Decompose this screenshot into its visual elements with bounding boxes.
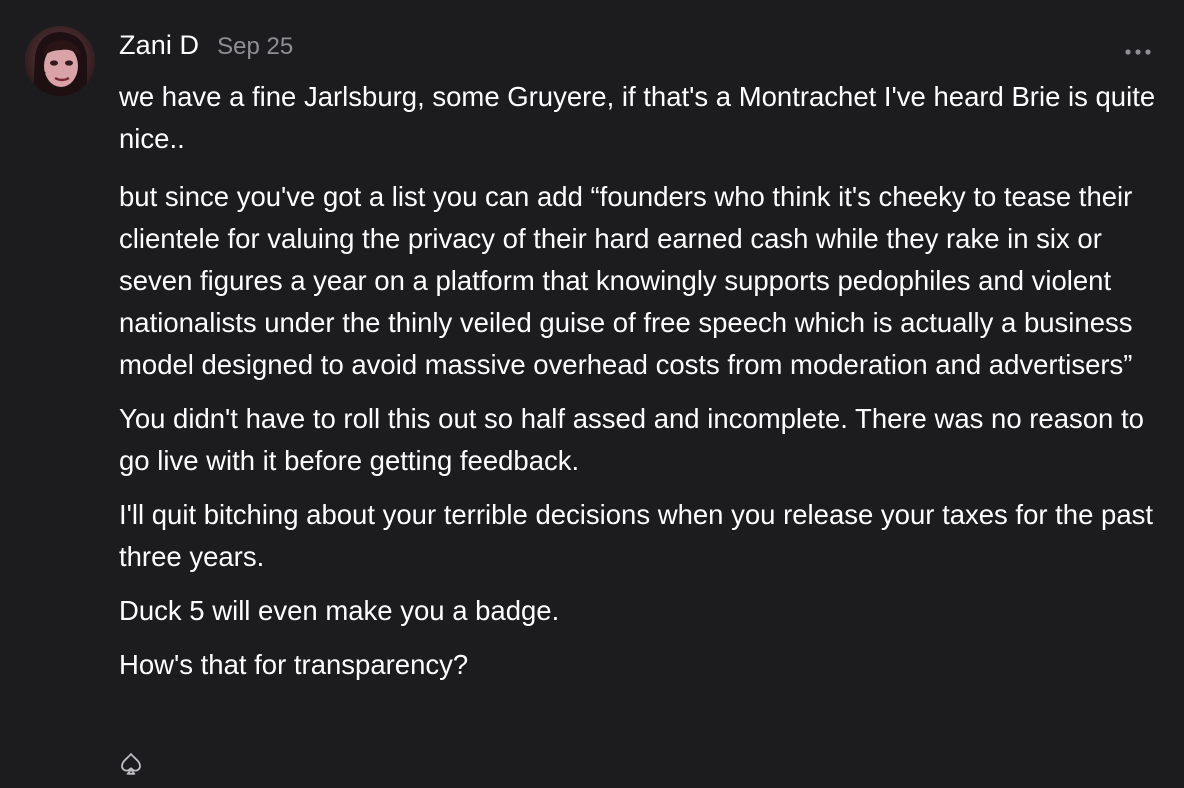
post-date[interactable]: Sep 25 bbox=[217, 33, 293, 61]
post-paragraph: I'll quit bitching about your terrible d… bbox=[119, 499, 1154, 572]
post-paragraph: How's that for transparency? bbox=[119, 649, 469, 680]
post-paragraph: Duck 5 will even make you a badge. bbox=[119, 595, 560, 626]
post-paragraph: You didn't have to roll this out so half… bbox=[119, 403, 1144, 476]
avatar[interactable] bbox=[25, 26, 95, 96]
more-options-icon[interactable] bbox=[1124, 43, 1152, 55]
post-header: Zani D Sep 25 bbox=[119, 30, 293, 66]
post-paragraph: we have a fine Jarlsburg, some Gruyere, … bbox=[119, 81, 1156, 154]
post-body: we have a fine Jarlsburg, some Gruyere, … bbox=[119, 76, 1169, 686]
author-name[interactable]: Zani D bbox=[119, 30, 199, 61]
post-paragraph: but since you've got a list you can add … bbox=[119, 181, 1133, 380]
spade-like-icon[interactable] bbox=[118, 751, 144, 777]
